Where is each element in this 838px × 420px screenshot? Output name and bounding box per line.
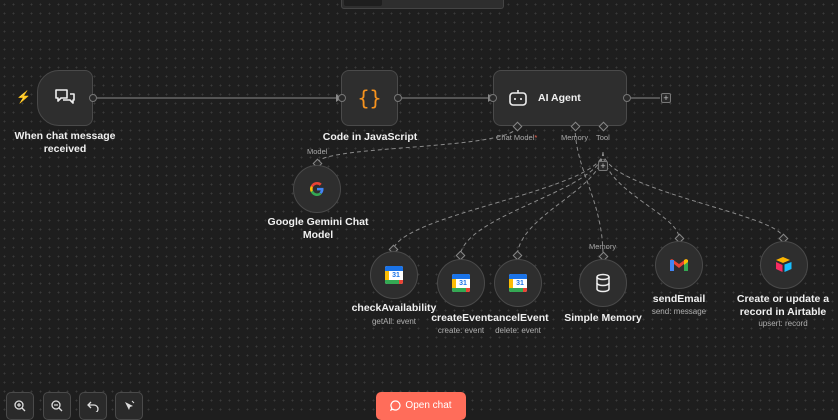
airtable-subtitle: upsert: record xyxy=(758,319,808,328)
tidy-up-button[interactable] xyxy=(115,392,143,420)
chat-icon xyxy=(390,400,401,411)
zoom-out-button[interactable] xyxy=(43,392,71,420)
gemini-node[interactable] xyxy=(293,165,341,213)
cancel-event-node[interactable]: 31 xyxy=(494,259,542,307)
wire-check xyxy=(392,151,604,253)
sub-connections xyxy=(317,125,784,259)
memory-port-label: Memory xyxy=(561,133,589,142)
code-output-handle[interactable] xyxy=(394,94,402,102)
trigger-label: When chat message received xyxy=(14,130,116,155)
wire-memory xyxy=(574,125,604,257)
agent-input-handle[interactable] xyxy=(489,94,497,102)
tidy-icon xyxy=(125,400,135,410)
agent-output-handle[interactable] xyxy=(623,94,631,102)
cancel-event-subtitle: delete: event xyxy=(495,326,541,335)
chat-trigger-node[interactable] xyxy=(37,70,93,126)
workflow-canvas[interactable]: ⚡ When chat message received {} Code in … xyxy=(0,0,838,420)
database-icon xyxy=(596,273,610,293)
open-chat-label: Open chat xyxy=(405,400,452,411)
simple-memory-node[interactable] xyxy=(579,259,627,307)
airtable-node[interactable] xyxy=(760,241,808,289)
code-input-handle[interactable] xyxy=(338,94,346,102)
create-event-node[interactable]: 31 xyxy=(437,259,485,307)
add-tool-button[interactable]: + xyxy=(598,161,608,171)
connections-layer xyxy=(96,94,784,259)
send-email-node[interactable] xyxy=(655,241,703,289)
code-label: Code in JavaScript xyxy=(322,131,418,143)
google-calendar-icon: 31 xyxy=(509,274,527,292)
gemini-label: Google Gemini Chat Model xyxy=(267,216,369,241)
undo-icon xyxy=(87,401,99,412)
undo-button[interactable] xyxy=(79,392,107,420)
send-email-label: sendEmail xyxy=(652,293,706,305)
code-node[interactable]: {} xyxy=(341,70,398,126)
wire-airtable xyxy=(602,151,784,239)
open-chat-button[interactable]: Open chat xyxy=(376,392,466,420)
robot-icon xyxy=(509,90,527,106)
google-g-icon xyxy=(310,182,324,196)
zoom-in-button[interactable] xyxy=(6,392,34,420)
zoom-in-icon xyxy=(14,400,26,412)
ai-agent-node[interactable]: AI Agent xyxy=(493,70,627,126)
wire-create xyxy=(459,151,604,259)
send-email-subtitle: send: message xyxy=(651,307,707,316)
tool-port-label: Tool xyxy=(596,133,610,142)
add-node-after-agent-button[interactable]: + xyxy=(661,93,671,103)
check-availability-node[interactable]: 31 xyxy=(370,251,418,299)
trigger-output-handle[interactable] xyxy=(89,94,97,102)
cancel-event-label: cancelEvent xyxy=(487,312,549,324)
airtable-icon xyxy=(776,257,792,272)
gmail-icon xyxy=(670,259,688,271)
wire-email xyxy=(602,151,680,239)
code-braces-icon: {} xyxy=(357,86,382,110)
ai-agent-title: AI Agent xyxy=(538,92,581,104)
chat-bubbles-icon xyxy=(55,89,75,104)
google-calendar-icon: 31 xyxy=(385,266,403,284)
chat-model-port-label: Chat Model* xyxy=(496,133,538,142)
model-port-label: Model xyxy=(307,147,328,156)
lightning-icon: ⚡ xyxy=(16,90,31,104)
memory-output-label: Memory xyxy=(589,242,617,251)
zoom-out-icon xyxy=(51,400,63,412)
airtable-label: Create or update a record in Airtable xyxy=(736,293,830,318)
google-calendar-icon: 31 xyxy=(452,274,470,292)
